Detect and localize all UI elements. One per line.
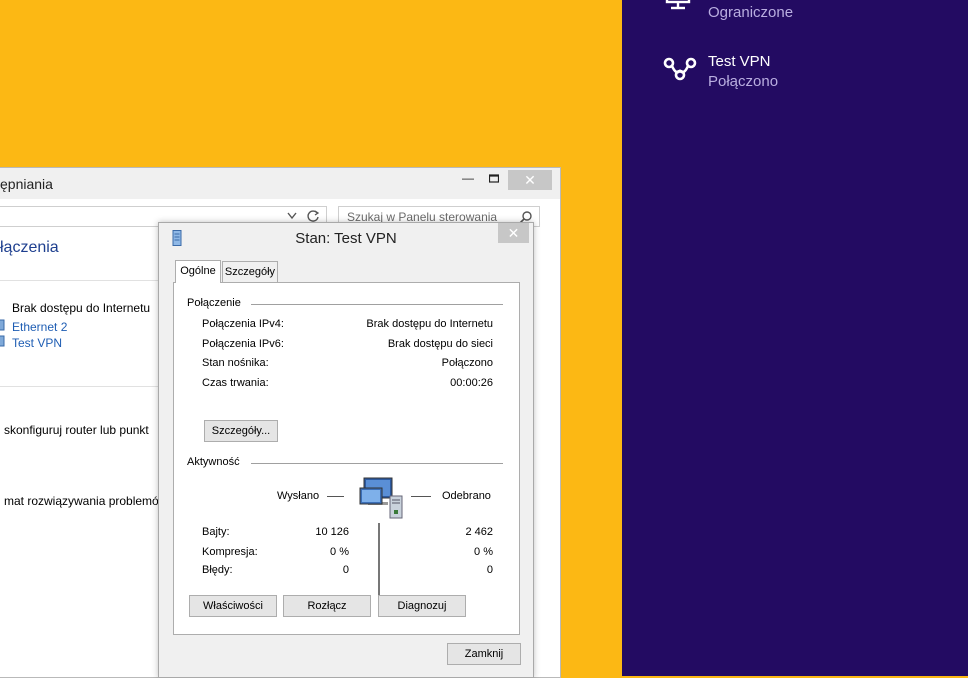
close-button[interactable]: ✕ — [508, 170, 552, 190]
ipv6-value: Brak dostępu do sieci — [387, 338, 493, 350]
network-computers-icon — [359, 477, 403, 519]
activity-separator — [378, 523, 380, 596]
maximize-button[interactable] — [486, 169, 502, 189]
close-dialog-button[interactable]: Zamknij — [447, 643, 521, 665]
ipv4-label: Połączenia IPv4: — [202, 318, 284, 330]
vpn-icon — [663, 57, 697, 81]
refresh-icon[interactable] — [306, 209, 320, 223]
troubleshoot-link[interactable]: mat rozwiązywania problemów — [4, 494, 167, 508]
errors-label: Błędy: — [202, 564, 233, 576]
divider — [0, 280, 160, 281]
setup-connection-link[interactable]: skonfiguruj router lub punkt — [4, 423, 149, 437]
access-type: Brak dostępu do Internetu — [12, 301, 151, 315]
bytes-received: 2 462 — [465, 526, 493, 538]
maximize-icon — [488, 174, 500, 183]
connection-link-ethernet[interactable]: Ethernet 2 — [12, 320, 67, 334]
compression-label: Kompresja: — [202, 546, 258, 558]
media-state-label: Stan nośnika: — [202, 357, 269, 369]
media-state-value: Połączono — [441, 357, 493, 369]
properties-button[interactable]: Właściwości — [189, 595, 277, 617]
tab-details[interactable]: Szczegóły — [222, 261, 278, 282]
network-charm-panel: Ograniczone Test VPN Połączono — [622, 0, 968, 676]
duration-label: Czas trwania: — [202, 377, 269, 389]
dialog-title: Stan: Test VPN — [295, 230, 397, 247]
compression-sent: 0 % — [330, 546, 349, 558]
vpn-status-dialog: Stan: Test VPN ✕ Ogólne Szczegóły Połącz… — [158, 222, 534, 678]
ipv4-value: Brak dostępu do Internetu — [366, 318, 493, 330]
divider — [0, 386, 160, 387]
group-divider — [251, 463, 503, 464]
network-adapter-icon — [0, 319, 5, 331]
duration-value: 00:00:26 — [450, 377, 493, 389]
compression-received: 0 % — [474, 546, 493, 558]
details-button[interactable]: Szczegóły... — [204, 420, 278, 442]
disconnect-button[interactable]: Rozłącz — [283, 595, 371, 617]
sent-label: Wysłano — [277, 490, 320, 502]
bytes-sent: 10 126 — [315, 526, 349, 538]
received-label: Odebrano — [442, 490, 491, 502]
network-adapter-icon — [0, 335, 5, 347]
window-title: ępniania — [0, 176, 53, 192]
group-label-connection: Połączenie — [187, 297, 241, 309]
bytes-label: Bajty: — [202, 526, 230, 538]
tab-panel: Połączenie Połączenia IPv4: Brak dostępu… — [173, 282, 520, 635]
page-header: łączenia — [0, 239, 59, 256]
group-divider — [251, 304, 503, 305]
errors-received: 0 — [486, 564, 493, 576]
close-button[interactable]: ✕ — [498, 223, 529, 243]
group-label-activity: Aktywność — [187, 456, 240, 468]
ipv6-label: Połączenia IPv6: — [202, 338, 284, 350]
errors-sent: 0 — [342, 564, 349, 576]
network-status: Ograniczone — [708, 4, 794, 21]
diagnose-button[interactable]: Diagnozuj — [378, 595, 466, 617]
monitor-network-icon — [665, 0, 691, 10]
tab-general[interactable]: Ogólne — [175, 260, 221, 283]
network-name: Test VPN — [708, 53, 771, 70]
chevron-down-icon[interactable] — [287, 212, 297, 220]
window-titlebar: ępniania — ✕ — [0, 168, 560, 199]
minimize-button[interactable]: — — [462, 168, 474, 188]
sent-line — [327, 496, 344, 497]
connection-link-test-vpn[interactable]: Test VPN — [12, 336, 62, 350]
received-line — [411, 496, 431, 497]
network-status: Połączono — [708, 73, 779, 90]
